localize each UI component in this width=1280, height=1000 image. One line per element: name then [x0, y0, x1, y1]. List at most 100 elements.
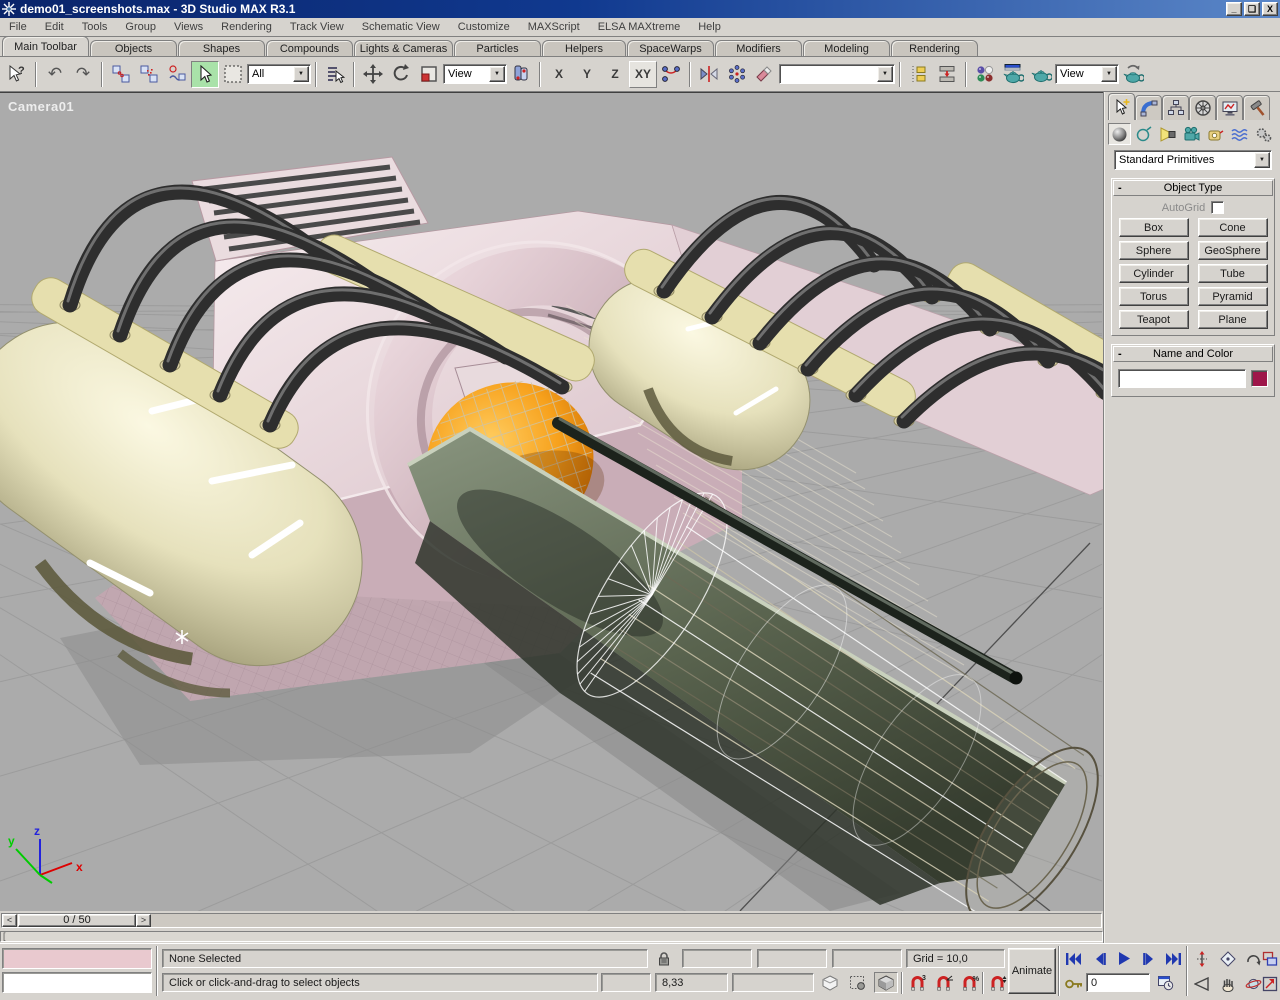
- dropdown-arrow-icon[interactable]: ▼: [293, 66, 309, 82]
- tab-particles[interactable]: Particles: [454, 40, 541, 56]
- time-slider-next-arrow[interactable]: >: [136, 914, 151, 927]
- lights-category-button[interactable]: [1156, 123, 1179, 145]
- degradation-override-button[interactable]: [818, 972, 842, 993]
- shapes-category-button[interactable]: [1132, 123, 1155, 145]
- quick-render-button[interactable]: [1027, 61, 1055, 88]
- tab-main-toolbar[interactable]: Main Toolbar: [2, 36, 89, 56]
- menu-track-view[interactable]: Track View: [281, 19, 353, 35]
- coord-x-display[interactable]: [682, 949, 752, 968]
- track-view-button[interactable]: [905, 61, 933, 88]
- tab-utilities[interactable]: [1243, 95, 1270, 120]
- material-editor-button[interactable]: [971, 61, 999, 88]
- add-time-tag-field[interactable]: [732, 973, 814, 992]
- time-configuration-button[interactable]: [1153, 972, 1177, 993]
- next-frame-button[interactable]: [1137, 948, 1161, 969]
- menu-rendering[interactable]: Rendering: [212, 19, 281, 35]
- align-button[interactable]: [751, 61, 779, 88]
- restrict-xy-plane-button[interactable]: XY: [629, 61, 657, 88]
- region-select-button[interactable]: [219, 61, 247, 88]
- select-object-button[interactable]: [191, 61, 219, 88]
- mirror-button[interactable]: [695, 61, 723, 88]
- use-pivot-center-button[interactable]: [507, 61, 535, 88]
- cylinder-button[interactable]: Cylinder: [1119, 264, 1189, 283]
- selection-filter-dropdown[interactable]: All ▼: [247, 64, 311, 84]
- autogrid-checkbox[interactable]: [1211, 201, 1224, 214]
- tab-spacewarps[interactable]: SpaceWarps: [627, 40, 714, 56]
- dolly-camera-button[interactable]: [1190, 948, 1214, 969]
- sphere-button[interactable]: Sphere: [1119, 241, 1189, 260]
- tab-motion[interactable]: [1189, 95, 1216, 120]
- geometry-category-button[interactable]: [1108, 123, 1131, 145]
- tab-lights-cameras[interactable]: Lights & Cameras: [354, 40, 453, 56]
- geosphere-button[interactable]: GeoSphere: [1198, 241, 1268, 260]
- array-button[interactable]: [723, 61, 751, 88]
- menu-edit[interactable]: Edit: [36, 19, 73, 35]
- select-by-name-button[interactable]: [321, 61, 349, 88]
- tab-display[interactable]: [1216, 95, 1243, 120]
- render-last-button[interactable]: [1119, 61, 1147, 88]
- coord-z-display[interactable]: [832, 949, 902, 968]
- menu-group[interactable]: Group: [116, 19, 165, 35]
- time-slider-thumb[interactable]: 0 / 50: [18, 914, 136, 927]
- helpers-category-button[interactable]: [1204, 123, 1227, 145]
- render-type-dropdown[interactable]: View ▼: [1055, 64, 1119, 84]
- menu-help[interactable]: Help: [689, 19, 730, 35]
- truck-camera-button[interactable]: [1216, 973, 1240, 994]
- dropdown-arrow-icon[interactable]: ▼: [877, 66, 893, 82]
- tab-hierarchy[interactable]: [1162, 95, 1189, 120]
- tab-modifiers[interactable]: Modifiers: [715, 40, 802, 56]
- cameras-category-button[interactable]: [1180, 123, 1203, 145]
- render-scene-button[interactable]: [999, 61, 1027, 88]
- tab-spacewarps0[interactable]: Helpers: [542, 40, 626, 56]
- spacewarps-category-button[interactable]: [1228, 123, 1251, 145]
- close-button[interactable]: X: [1262, 2, 1278, 16]
- track-bar-strip[interactable]: [: [0, 931, 1103, 942]
- select-and-scale-button[interactable]: [415, 61, 443, 88]
- menu-file[interactable]: File: [0, 19, 36, 35]
- restrict-x-button[interactable]: X: [545, 61, 573, 88]
- menu-customize[interactable]: Customize: [449, 19, 519, 35]
- angle-snap-button[interactable]: [932, 972, 956, 993]
- viewport-label[interactable]: Camera01: [8, 99, 74, 114]
- name-color-rollout-header[interactable]: - Name and Color: [1113, 346, 1273, 362]
- teapot-button[interactable]: Teapot: [1119, 310, 1189, 329]
- bind-to-spacewarp-button[interactable]: [163, 61, 191, 88]
- redo-button[interactable]: ↷: [69, 61, 97, 88]
- snap-toggle-3d-button[interactable]: 3: [906, 972, 930, 993]
- maxscript-listener-pink[interactable]: [2, 948, 152, 969]
- help-mode-button[interactable]: ?: [3, 61, 31, 88]
- unlink-button[interactable]: [135, 61, 163, 88]
- plane-button[interactable]: Plane: [1198, 310, 1268, 329]
- object-name-input[interactable]: [1118, 369, 1246, 388]
- select-and-move-button[interactable]: [359, 61, 387, 88]
- reference-coordinate-dropdown[interactable]: View ▼: [443, 64, 507, 84]
- tab-compounds[interactable]: Compounds: [266, 40, 353, 56]
- box-button[interactable]: Box: [1119, 218, 1189, 237]
- named-selection-dropdown[interactable]: ▼: [779, 64, 895, 84]
- systems-category-button[interactable]: [1252, 123, 1275, 145]
- crossing-selection-toggle[interactable]: [874, 972, 898, 993]
- go-to-end-button[interactable]: [1161, 948, 1185, 969]
- dropdown-arrow-icon[interactable]: ▼: [489, 66, 505, 82]
- maxscript-listener-white[interactable]: [2, 972, 152, 993]
- torus-button[interactable]: Torus: [1119, 287, 1189, 306]
- tab-shapes[interactable]: Shapes: [178, 40, 265, 56]
- object-type-rollout-header[interactable]: - Object Type: [1113, 180, 1273, 196]
- cone-button[interactable]: Cone: [1198, 218, 1268, 237]
- go-to-start-button[interactable]: [1062, 948, 1086, 969]
- inverse-kinematics-button[interactable]: [657, 61, 685, 88]
- tab-create[interactable]: [1108, 93, 1135, 120]
- animate-button[interactable]: Animate: [1008, 948, 1056, 994]
- coord-y-display[interactable]: [757, 949, 827, 968]
- minimize-button[interactable]: _: [1226, 2, 1242, 16]
- restrict-z-button[interactable]: Z: [601, 61, 629, 88]
- select-and-rotate-button[interactable]: [387, 61, 415, 88]
- dropdown-arrow-icon[interactable]: ▼: [1254, 152, 1270, 168]
- zoom-extents-all-button[interactable]: [1216, 948, 1240, 969]
- object-color-swatch[interactable]: [1251, 370, 1268, 387]
- dropdown-arrow-icon[interactable]: ▼: [1101, 66, 1117, 82]
- current-frame-field[interactable]: 0: [1086, 973, 1150, 992]
- pyramid-button[interactable]: Pyramid: [1198, 287, 1268, 306]
- schematic-view-button[interactable]: [933, 61, 961, 88]
- time-slider-track[interactable]: < 0 / 50 >: [1, 913, 1102, 928]
